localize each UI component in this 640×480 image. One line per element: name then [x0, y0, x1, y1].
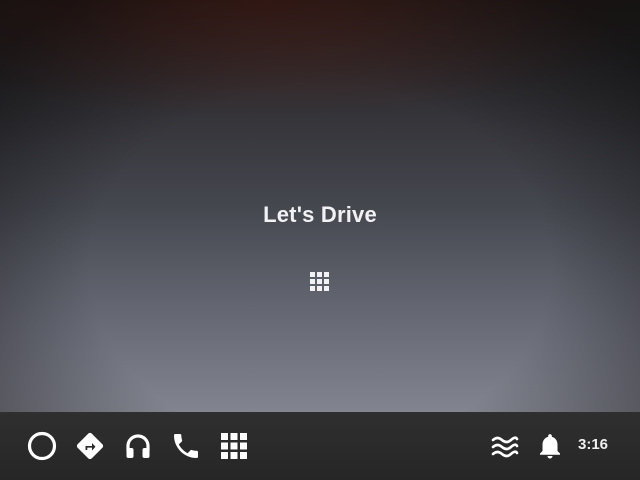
main-area: Let's Drive [0, 0, 640, 412]
bottom-navigation-bar: 3:16 [0, 412, 640, 480]
phone-button[interactable] [169, 429, 203, 463]
hvac-icon [491, 436, 519, 458]
clock: 3:16 [578, 436, 609, 453]
app-grid-icon [221, 433, 247, 459]
navigation-button[interactable] [73, 429, 107, 463]
home-circle-icon [27, 431, 57, 461]
notifications-button[interactable] [533, 429, 567, 463]
apps-button[interactable] [217, 429, 251, 463]
media-button[interactable] [121, 429, 155, 463]
headphones-icon [126, 434, 150, 458]
phone-icon [174, 434, 198, 458]
hvac-button[interactable] [488, 429, 522, 463]
app-grid-icon[interactable] [310, 272, 330, 292]
android-auto-screen: Let's Drive 3:16 [0, 0, 640, 480]
notification-bell-icon [540, 434, 560, 459]
lets-drive-title: Let's Drive [263, 202, 377, 227]
navigation-icon [76, 432, 104, 460]
home-button[interactable] [25, 429, 59, 463]
